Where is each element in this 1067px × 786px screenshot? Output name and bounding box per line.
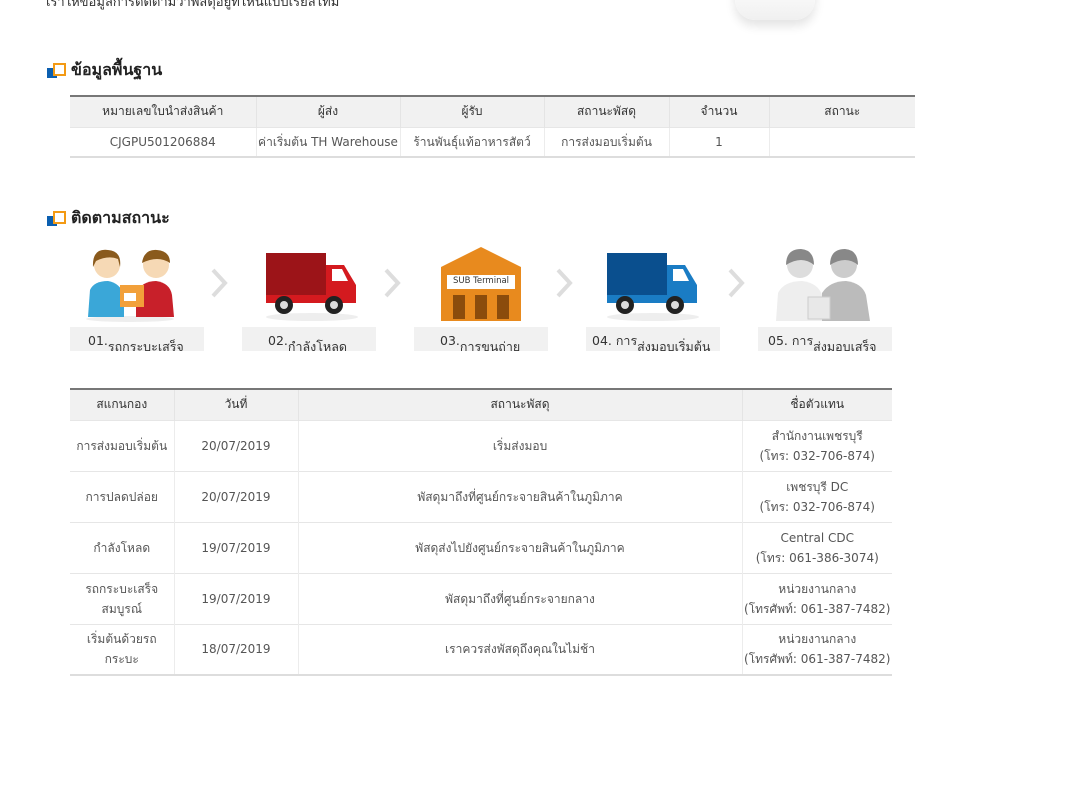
sub-terminal-icon: SUB Terminal xyxy=(431,245,531,323)
date-cell: 20/07/2019 xyxy=(173,419,298,471)
step-number: 01. xyxy=(88,333,108,348)
intro-text: เราให้ข้อมูลการติดตามว่าพัสดุอยู่ที่ไหนแ… xyxy=(46,0,340,10)
loading-truck-icon xyxy=(266,253,358,321)
step-number: 05. การ xyxy=(768,333,814,348)
agent-cell: เพชรบุรี DC (โทร: 032-706-874) xyxy=(741,470,892,522)
step-label: ส่งมอบเริ่มต้น xyxy=(637,339,711,351)
basic-info-table: หมายเลขใบนำส่งสินค้า ผู้ส่ง ผู้รับ สถานะ… xyxy=(70,95,915,158)
agent-phone: (โทรศัพท์: 061-387-7482) xyxy=(744,601,891,616)
header-waybill: หมายเลขใบนำส่งสินค้า xyxy=(70,96,256,127)
status-cell: เราควรส่งพัสดุถึงคุณในไม่ช้า xyxy=(297,623,742,675)
agent-phone: (โทร: 032-706-874) xyxy=(759,448,875,463)
agent-cell: หน่วยงานกลาง (โทรศัพท์: 061-387-7482) xyxy=(741,623,892,675)
table-row: การส่งมอบเริ่มต้น 20/07/2019 เริ่มส่งมอบ… xyxy=(70,419,892,471)
step-5-delivery-complete: 05. การส่งมอบเสร็จ xyxy=(758,327,892,351)
agent-name: สำนักงานเพชรบุรี xyxy=(771,428,863,443)
header-parcel-status: สถานะพัสดุ xyxy=(297,389,742,420)
receiver: ร้านพันธุ์แท้อาหารสัตว์ xyxy=(399,126,544,157)
section-title: ติดตามสถานะ xyxy=(71,208,170,227)
agent-name: Central CDC xyxy=(780,530,854,545)
step-label: การขนถ่าย xyxy=(459,339,521,351)
header-sender: ผู้ส่ง xyxy=(255,96,400,127)
agent-cell: หน่วยงานกลาง (โทรศัพท์: 061-387-7482) xyxy=(741,572,892,624)
header-status: สถานะ xyxy=(768,96,915,127)
step-3-transfer: 03.การขนถ่าย xyxy=(414,327,548,351)
status-cell: เริ่มส่งมอบ xyxy=(297,419,742,471)
header-parcel-status: สถานะพัสดุ xyxy=(543,96,669,127)
header-scan: สแกนกอง xyxy=(70,389,174,420)
header-date: วันที่ xyxy=(173,389,298,420)
agent-name: เพชรบุรี DC xyxy=(786,479,849,494)
quantity: 1 xyxy=(668,126,769,157)
date-cell: 20/07/2019 xyxy=(173,470,298,522)
terminal-sign: SUB Terminal xyxy=(452,276,510,286)
tracking-history-table: สแกนกอง วันที่ สถานะพัสดุ ชื่อตัวแทน การ… xyxy=(70,388,892,676)
table-row: CJGPU501206884 ค่าเริ่มต้น TH Warehouse … xyxy=(70,126,915,157)
status xyxy=(768,126,915,157)
agent-name: หน่วยงานกลาง xyxy=(778,632,857,647)
step-label: ส่งมอบเสร็จ xyxy=(813,339,877,351)
scan-cell: การปลดปล่อย xyxy=(70,470,174,522)
status-cell: พัสดุมาถึงที่ศูนย์กระจายกลาง xyxy=(297,572,742,624)
step-label: กำลังโหลด xyxy=(287,339,347,351)
delivered-people-icon xyxy=(776,249,870,321)
parcel-status: การส่งมอบเริ่มต้น xyxy=(543,126,669,157)
chevron-right-icon xyxy=(728,268,745,298)
table-row: การปลดปล่อย 20/07/2019 พัสดุมาถึงที่ศูนย… xyxy=(70,470,892,522)
section-title: ข้อมูลพื้นฐาน xyxy=(71,60,163,79)
chevron-right-icon xyxy=(556,268,573,298)
header-quantity: จำนวน xyxy=(668,96,769,127)
section-basic-info: ข้อมูลพื้นฐาน xyxy=(47,58,162,83)
agent-phone: (โทร: 032-706-874) xyxy=(759,499,875,514)
date-cell: 19/07/2019 xyxy=(173,521,298,573)
header-receiver: ผู้รับ xyxy=(399,96,544,127)
step-number: 02. xyxy=(268,333,288,348)
scan-cell: รถกระบะเสร็จสมบูรณ์ xyxy=(70,572,174,624)
sender: ค่าเริ่มต้น TH Warehouse xyxy=(255,126,400,157)
section-tracking: ติดตามสถานะ xyxy=(47,206,170,231)
header-agent: ชื่อตัวแทน xyxy=(741,389,892,420)
table-row: รถกระบะเสร็จสมบูรณ์ 19/07/2019 พัสดุมาถึ… xyxy=(70,572,892,624)
agent-cell: สำนักงานเพชรบุรี (โทร: 032-706-874) xyxy=(741,419,892,471)
agent-cell: Central CDC (โทร: 061-386-3074) xyxy=(741,521,892,573)
status-cell: พัสดุส่งไปยังศูนย์กระจายสินค้าในภูมิภาค xyxy=(297,521,742,573)
section-bullet-icon xyxy=(47,63,66,78)
status-cell: พัสดุมาถึงที่ศูนย์กระจายสินค้าในภูมิภาค xyxy=(297,470,742,522)
scan-cell: เริ่มต้นด้วยรถกระบะ xyxy=(70,623,174,675)
table-row: เริ่มต้นด้วยรถกระบะ 18/07/2019 เราควรส่ง… xyxy=(70,623,892,675)
handover-people-icon xyxy=(86,249,174,322)
step-label: รถกระบะเสร็จ xyxy=(107,339,184,351)
step-2-loading: 02.กำลังโหลด xyxy=(242,327,376,351)
waybill-number: CJGPU501206884 xyxy=(70,126,256,157)
scan-cell: การส่งมอบเริ่มต้น xyxy=(70,419,174,471)
step-4-delivery-start: 04. การส่งมอบเริ่มต้น xyxy=(586,327,720,351)
date-cell: 19/07/2019 xyxy=(173,572,298,624)
decorative-box-image xyxy=(735,0,815,20)
date-cell: 18/07/2019 xyxy=(173,623,298,675)
agent-phone: (โทรศัพท์: 061-387-7482) xyxy=(744,652,891,667)
step-1-pickup-complete: 01.รถกระบะเสร็จ xyxy=(70,327,204,351)
scan-cell: กำลังโหลด xyxy=(70,521,174,573)
chevron-right-icon xyxy=(384,268,401,298)
section-bullet-icon xyxy=(47,211,66,226)
step-number: 04. การ xyxy=(592,333,638,348)
agent-phone: (โทร: 061-386-3074) xyxy=(755,550,879,565)
agent-name: หน่วยงานกลาง xyxy=(778,581,857,596)
delivery-truck-icon xyxy=(607,253,699,321)
step-number: 03. xyxy=(440,333,460,348)
table-row: กำลังโหลด 19/07/2019 พัสดุส่งไปยังศูนย์ก… xyxy=(70,521,892,573)
chevron-right-icon xyxy=(211,268,228,298)
